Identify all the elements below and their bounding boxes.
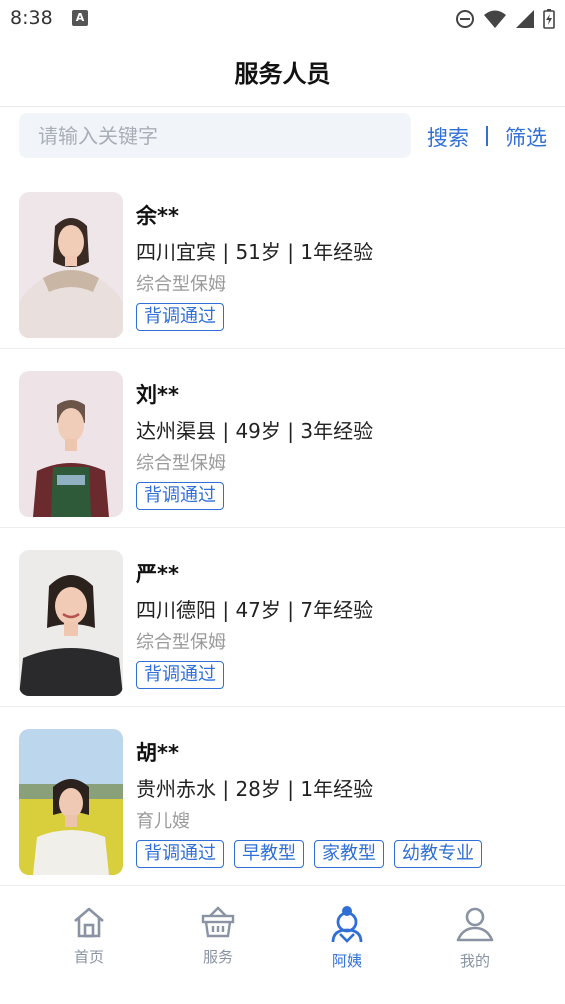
wifi-icon — [484, 10, 506, 28]
tab-label: 服务 — [202, 948, 233, 966]
worker-name: 严** — [136, 562, 179, 586]
notification-icon: A — [72, 10, 88, 26]
signal-icon — [516, 10, 534, 28]
home-icon — [74, 907, 104, 938]
worker-list: 余** 四川宜宾 | 51岁 | 1年经验 综合型保姆 背调通过 刘** 达州渠… — [0, 170, 565, 886]
tag-badge: 早教型 — [234, 840, 304, 868]
worker-card[interactable]: 余** 四川宜宾 | 51岁 | 1年经验 综合型保姆 背调通过 — [0, 170, 565, 349]
header-divider — [0, 106, 565, 107]
tag-badge: 背调通过 — [136, 303, 224, 331]
status-time: 8:38 — [10, 7, 53, 29]
status-bar: 8:38 A — [0, 0, 565, 40]
worker-card[interactable]: 胡** 贵州赤水 | 28岁 | 1年经验 育儿嫂 背调通过 早教型 家教型 幼… — [0, 707, 565, 886]
worker-name: 余** — [136, 204, 179, 228]
worker-photo — [19, 371, 123, 517]
worker-tags: 背调通过 — [136, 661, 224, 689]
search-button[interactable]: 搜索 — [427, 122, 469, 152]
worker-info: 贵州赤水 | 28岁 | 1年经验 — [136, 777, 374, 801]
worker-info: 四川德阳 | 47岁 | 7年经验 — [136, 598, 374, 622]
tag-badge: 背调通过 — [136, 840, 224, 868]
search-separator — [486, 126, 488, 146]
tab-service[interactable]: 服务 — [173, 904, 263, 967]
worker-name: 刘** — [136, 383, 179, 407]
tag-badge: 背调通过 — [136, 482, 224, 510]
do-not-disturb-icon — [456, 10, 474, 28]
worker-role: 综合型保姆 — [136, 632, 226, 653]
page-title: 服务人员 — [234, 60, 331, 88]
bottom-tab-bar: 首页 服务 阿姨 我的 — [0, 896, 565, 1004]
search-input[interactable] — [19, 113, 411, 158]
worker-info: 四川宜宾 | 51岁 | 1年经验 — [136, 240, 374, 264]
worker-role: 综合型保姆 — [136, 274, 226, 295]
tab-home[interactable]: 首页 — [44, 904, 134, 967]
tab-nanny[interactable]: 阿姨 — [302, 904, 392, 971]
worker-photo — [19, 550, 123, 696]
worker-tags: 背调通过 — [136, 482, 224, 510]
worker-photo — [19, 192, 123, 338]
worker-card[interactable]: 严** 四川德阳 | 47岁 | 7年经验 综合型保姆 背调通过 — [0, 528, 565, 707]
tab-label: 我的 — [459, 952, 490, 970]
worker-role: 综合型保姆 — [136, 453, 226, 474]
filter-button[interactable]: 筛选 — [505, 122, 547, 152]
tab-label: 首页 — [73, 948, 104, 966]
nanny-icon — [331, 906, 363, 943]
status-icons — [455, 8, 555, 30]
user-icon — [456, 907, 494, 942]
worker-tags: 背调通过 — [136, 303, 224, 331]
worker-role: 育儿嫂 — [136, 811, 190, 832]
tag-badge: 幼教专业 — [394, 840, 482, 868]
worker-info: 达州渠县 | 49岁 | 3年经验 — [136, 419, 374, 443]
worker-card[interactable]: 刘** 达州渠县 | 49岁 | 3年经验 综合型保姆 背调通过 — [0, 349, 565, 528]
tab-label: 阿姨 — [331, 952, 362, 970]
basket-icon — [201, 906, 235, 938]
tab-mine[interactable]: 我的 — [430, 904, 520, 971]
battery-icon — [543, 9, 555, 29]
tag-badge: 家教型 — [314, 840, 384, 868]
worker-tags: 背调通过 早教型 家教型 幼教专业 — [136, 840, 482, 868]
worker-name: 胡** — [136, 741, 179, 765]
tag-badge: 背调通过 — [136, 661, 224, 689]
search-box — [19, 113, 411, 158]
worker-photo — [19, 729, 123, 875]
